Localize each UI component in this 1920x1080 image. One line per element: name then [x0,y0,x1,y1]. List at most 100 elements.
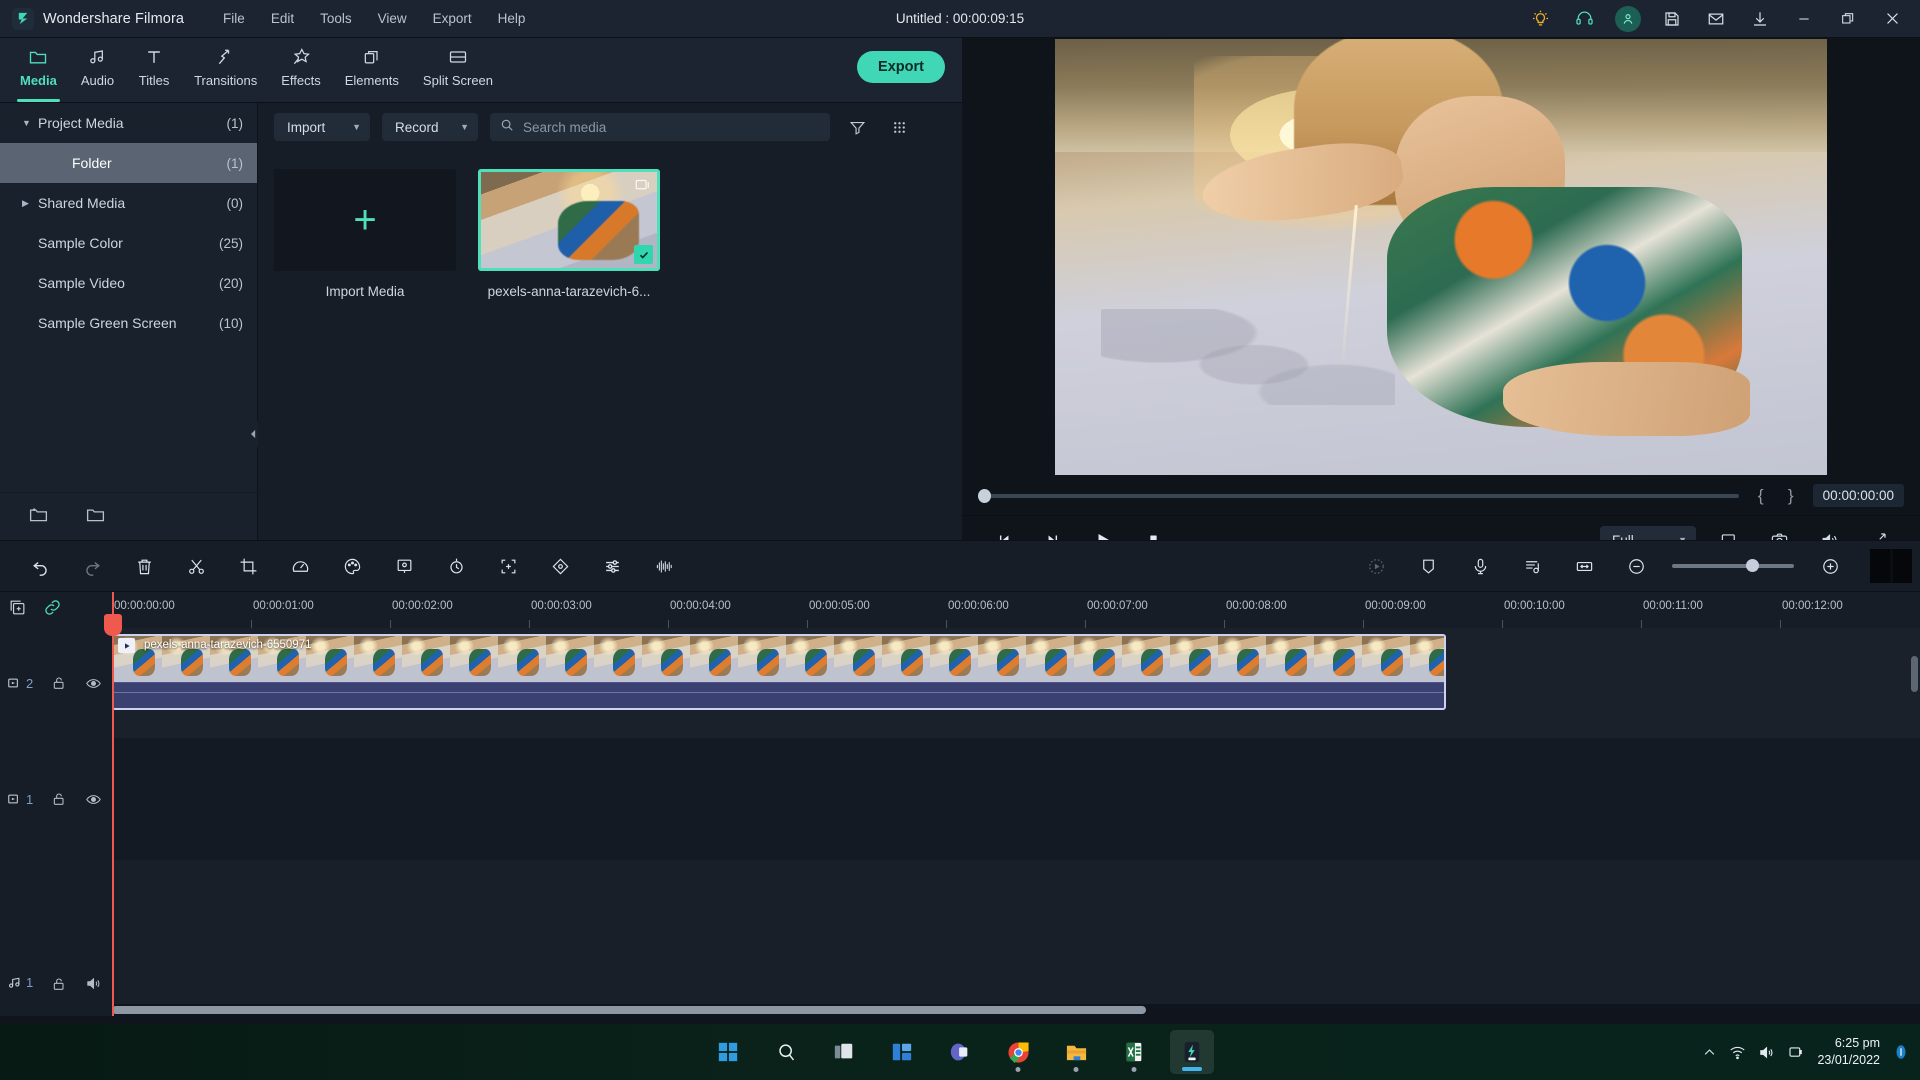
open-folder-icon[interactable] [85,504,106,530]
close-icon[interactable] [1870,0,1914,38]
sidebar-item-folder[interactable]: ▼ Folder (1) [0,143,257,183]
sidebar-item-sample-color[interactable]: ▶ Sample Color (25) [0,223,257,263]
tab-titles[interactable]: Titles [126,38,182,102]
track-header-audio-1[interactable]: 1 [0,860,112,1004]
unlocked-icon[interactable] [42,675,76,691]
eye-visible-icon[interactable] [76,791,110,808]
google-chrome-icon[interactable] [996,1030,1040,1074]
file-explorer-icon[interactable] [1054,1030,1098,1074]
video-thumbnail[interactable] [478,169,660,271]
scrollbar-thumb[interactable] [112,1006,1146,1014]
audio-mixer-icon[interactable] [1506,541,1558,591]
export-button[interactable]: Export [857,51,945,83]
motion-tracking-icon[interactable] [430,541,482,591]
windows-start-icon[interactable] [706,1030,750,1074]
mark-out-button[interactable]: } [1783,486,1799,506]
sidebar-item-sample-green-screen[interactable]: ▶ Sample Green Screen (10) [0,303,257,343]
battery-icon[interactable] [1787,1043,1805,1061]
menu-item-file[interactable]: File [210,7,258,30]
menu-item-view[interactable]: View [365,7,420,30]
tab-elements[interactable]: Elements [333,38,411,102]
track-header-video-1[interactable]: 1 [0,738,112,860]
timeline-ruler[interactable]: 00:00:00:00 00:00:01:00 00:00:02:00 00:0… [112,592,1920,628]
tab-audio[interactable]: Audio [69,38,126,102]
headset-support-icon[interactable] [1562,0,1606,38]
download-icon[interactable] [1738,0,1782,38]
sidebar-item-project-media[interactable]: ▼ Project Media (1) [0,103,257,143]
media-item-video[interactable]: pexels-anna-tarazevich-6... [478,169,660,299]
timeline-vertical-scrollbar[interactable] [1911,656,1918,692]
crop-icon[interactable] [222,541,274,591]
record-dropdown[interactable]: Record ▼ [382,113,478,141]
zoom-in-icon[interactable] [1804,541,1856,591]
mail-icon[interactable] [1694,0,1738,38]
microsoft-excel-icon[interactable] [1112,1030,1156,1074]
add-track-icon[interactable] [8,598,27,622]
taskbar-clock[interactable]: 6:25 pm 23/01/2022 [1817,1035,1880,1069]
wifi-icon[interactable] [1729,1044,1746,1061]
undo-icon[interactable] [14,541,66,591]
menu-item-edit[interactable]: Edit [258,7,307,30]
account-avatar-icon[interactable] [1606,0,1650,38]
task-view-icon[interactable] [822,1030,866,1074]
import-media-dropzone[interactable]: + [274,169,456,271]
wondershare-filmora-icon[interactable] [1170,1030,1214,1074]
zoom-out-icon[interactable] [1610,541,1662,591]
speed-icon[interactable] [274,541,326,591]
tab-split-screen[interactable]: Split Screen [411,38,505,102]
video-preview-area[interactable] [962,38,1920,476]
filter-icon[interactable] [842,113,872,141]
timeline-track-audio-1[interactable] [112,860,1920,1004]
redo-icon[interactable] [66,541,118,591]
save-icon[interactable] [1650,0,1694,38]
restore-icon[interactable] [1826,0,1870,38]
minimize-icon[interactable] [1782,0,1826,38]
sidebar-item-shared-media[interactable]: ▶ Shared Media (0) [0,183,257,223]
split-scissors-icon[interactable] [170,541,222,591]
render-preview-icon[interactable] [1870,549,1912,583]
fit-timeline-icon[interactable] [1558,541,1610,591]
unlocked-icon[interactable] [42,976,76,1004]
tab-transitions[interactable]: Transitions [182,38,269,102]
grid-view-icon[interactable] [884,113,914,141]
speaker-on-icon[interactable] [76,975,110,1004]
preview-scrubber[interactable] [978,488,1739,503]
color-palette-icon[interactable] [326,541,378,591]
widgets-icon[interactable] [880,1030,924,1074]
new-folder-icon[interactable] [28,504,49,530]
tab-effects[interactable]: Effects [269,38,333,102]
unlocked-icon[interactable] [42,791,76,807]
auto-beat-sync-icon[interactable] [1350,541,1402,591]
search-media-box[interactable] [490,113,830,141]
import-dropdown[interactable]: Import ▼ [274,113,370,141]
delete-icon[interactable] [118,541,170,591]
media-item-import[interactable]: + Import Media [274,169,456,299]
eye-visible-icon[interactable] [76,675,110,692]
timeline-track-video-1[interactable] [112,738,1920,860]
link-clips-icon[interactable] [43,598,62,622]
track-header-video-2[interactable]: 2 [0,628,112,738]
tips-bulb-icon[interactable] [1518,0,1562,38]
preview-timecode[interactable]: 00:00:00:00 [1812,484,1904,507]
volume-icon[interactable] [1758,1044,1775,1061]
menu-item-tools[interactable]: Tools [307,7,365,30]
microsoft-teams-icon[interactable] [938,1030,982,1074]
collapse-panel-icon[interactable] [248,421,258,447]
mark-in-button[interactable]: { [1753,486,1769,506]
marker-icon[interactable] [1402,541,1454,591]
search-input[interactable] [523,119,820,135]
keyframe-icon[interactable] [534,541,586,591]
menu-item-export[interactable]: Export [420,7,485,30]
playhead-handle[interactable] [104,614,122,636]
scrubber-handle[interactable] [978,488,991,503]
search-icon[interactable] [764,1030,808,1074]
timeline-zoom-slider[interactable] [1672,559,1794,572]
menu-item-help[interactable]: Help [485,7,539,30]
green-screen-icon[interactable] [378,541,430,591]
notification-bell-icon[interactable] [1892,1043,1910,1061]
timeline-horizontal-scrollbar[interactable] [112,1004,1920,1016]
voiceover-mic-icon[interactable] [1454,541,1506,591]
adjust-sliders-icon[interactable] [586,541,638,591]
timeline-playhead[interactable] [104,592,122,1016]
auto-reframe-icon[interactable] [482,541,534,591]
